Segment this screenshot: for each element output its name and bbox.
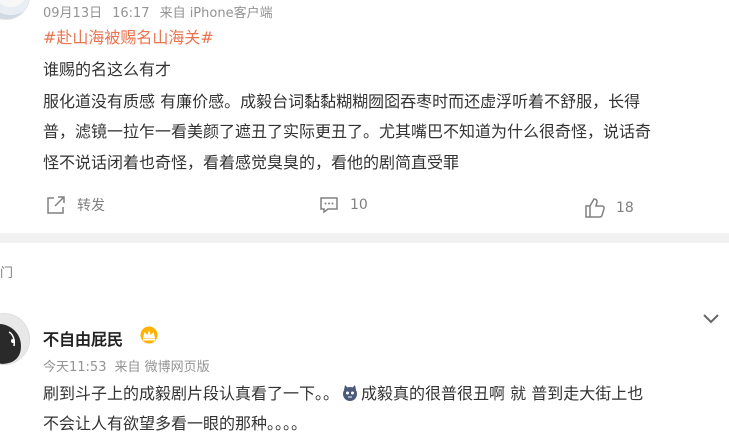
chevron-down-icon[interactable] (700, 310, 722, 328)
crown-icon (140, 326, 158, 344)
hashtag-link[interactable]: #赴山海被赐名山海关# (43, 24, 214, 48)
post-meta: 09月13日 16:17 来自 iPhone客户端 (43, 2, 283, 21)
post-source: 来自 iPhone客户端 (159, 6, 273, 21)
like-button[interactable]: 18 (584, 197, 634, 219)
cat-emoji-icon (343, 385, 358, 401)
comment-count: 10 (350, 197, 368, 213)
repost-button[interactable]: 转发 (45, 194, 105, 216)
comment-icon (320, 197, 338, 214)
post-text-segment: 刷到斗子上的成毅剧片段认真看了一下。。 (43, 384, 340, 403)
avatar[interactable] (0, 313, 30, 365)
post-text-line: 不会让人有欲望多看一眼的那种。。。。 (43, 414, 308, 433)
post-time: 16:17 (112, 6, 150, 21)
post-source: 来自 微博网页版 (114, 360, 210, 375)
post-text-line: 谁赐的名这么有才 (43, 60, 172, 79)
divider (0, 233, 729, 243)
post-text-line: 怪不说话闭着也奇怪，看着感觉臭臭的，看他的剧简直受罪 (43, 153, 460, 172)
comment-button[interactable]: 10 (318, 194, 368, 216)
post-actions: 转发 10 18 (0, 194, 729, 220)
section-label: 门 (0, 266, 14, 281)
repost-label: 转发 (77, 198, 105, 214)
post-date: 09月13日 (43, 6, 103, 21)
thumbs-up-icon (585, 198, 605, 218)
like-count: 18 (616, 200, 634, 216)
avatar[interactable] (0, 0, 30, 20)
post-text-line: 普，滤镜一拉乍一看美颜了遮丑了实际更丑了。尤其嘴巴不知道为什么很奇怪，说话奇 (43, 122, 652, 141)
post-text-line: 刷到斗子上的成毅剧片段认真看了一下。。 成毅真的很普很丑啊 就 普到走大街上也 (43, 380, 643, 404)
username[interactable]: 不自由屁民 (43, 326, 123, 350)
post-text-segment: 成毅真的很普很丑啊 就 普到走大街上也 (361, 384, 644, 403)
post-time: 今天11:53 (43, 360, 107, 375)
post-meta: 今天11:53 来自 微博网页版 (43, 356, 218, 375)
post-text-line: 服化道没有质感 有廉价感。成毅台词黏黏糊糊囫囵吞枣时而还虚浮听着不舒服，长得 (43, 92, 641, 111)
share-icon (47, 196, 65, 214)
